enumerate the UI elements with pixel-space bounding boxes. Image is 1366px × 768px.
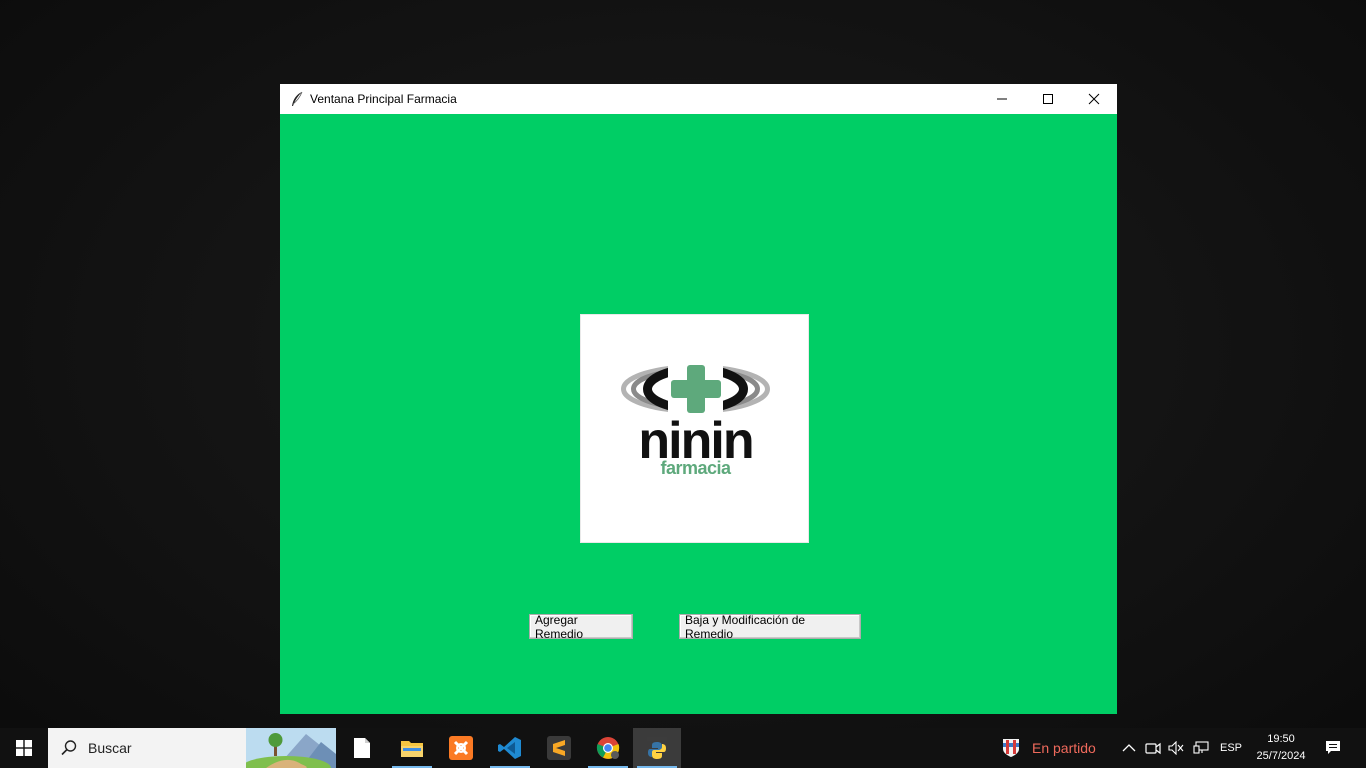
- network-tray-button[interactable]: [1192, 739, 1210, 757]
- vscode-icon: [498, 737, 521, 759]
- clock[interactable]: 19:50 25/7/2024: [1248, 731, 1314, 765]
- maximize-button[interactable]: [1025, 84, 1071, 114]
- taskbar: Buscar En partido ESP 19:50 25/7/2024: [0, 728, 1366, 768]
- volume-muted-icon: [1168, 741, 1184, 755]
- weather-text: En partido: [1032, 740, 1096, 756]
- language-indicator[interactable]: ESP: [1218, 728, 1244, 768]
- search-placeholder: Buscar: [88, 740, 132, 756]
- chevron-up-icon: [1122, 744, 1136, 752]
- minimize-button[interactable]: [979, 84, 1025, 114]
- network-icon: [1193, 741, 1209, 754]
- show-hidden-icons-button[interactable]: [1120, 739, 1138, 757]
- taskbar-file-explorer[interactable]: [388, 728, 436, 768]
- taskbar-python[interactable]: [633, 728, 681, 768]
- weather-widget[interactable]: En partido: [1002, 728, 1096, 768]
- app-window: Ventana Principal Farmacia ninin farmaci…: [280, 84, 1117, 714]
- windows-icon: [16, 740, 32, 756]
- feather-icon: [288, 90, 306, 108]
- notification-icon: [1326, 741, 1340, 754]
- maximize-icon: [1043, 94, 1053, 104]
- xampp-icon: [449, 736, 473, 760]
- logo-subtitle-text: farmacia: [660, 458, 731, 478]
- file-icon: [354, 738, 370, 758]
- minimize-icon: [997, 98, 1007, 100]
- taskbar-chrome[interactable]: [584, 728, 632, 768]
- clock-time: 19:50: [1267, 733, 1295, 745]
- start-button[interactable]: [0, 728, 48, 768]
- title-bar[interactable]: Ventana Principal Farmacia: [280, 84, 1117, 114]
- taskbar-sublime-text[interactable]: [535, 728, 583, 768]
- camera-tray-button[interactable]: [1144, 739, 1162, 757]
- volume-tray-button[interactable]: [1167, 739, 1185, 757]
- close-icon: [1088, 93, 1100, 105]
- taskbar-xampp[interactable]: [437, 728, 485, 768]
- search-box[interactable]: Buscar: [48, 728, 336, 768]
- pharmacy-logo: ninin farmacia: [580, 314, 809, 543]
- notifications-button[interactable]: [1318, 728, 1348, 768]
- python-icon: [647, 737, 667, 759]
- clock-date: 25/7/2024: [1256, 750, 1306, 762]
- add-remedy-button[interactable]: Agregar Remedio: [529, 613, 633, 641]
- soccer-shield-icon: [1003, 739, 1019, 757]
- taskbar-file[interactable]: [338, 728, 386, 768]
- sublime-text-icon: [547, 736, 571, 760]
- taskbar-vscode[interactable]: [486, 728, 534, 768]
- file-explorer-icon: [401, 741, 423, 757]
- camera-icon: [1145, 742, 1161, 755]
- chrome-icon: [596, 737, 620, 759]
- search-icon: [61, 740, 77, 756]
- window-title: Ventana Principal Farmacia: [310, 92, 457, 106]
- search-highlight-illustration: [246, 728, 336, 768]
- close-button[interactable]: [1071, 84, 1117, 114]
- modify-remedy-button[interactable]: Baja y Modificación de Remedio: [679, 613, 861, 641]
